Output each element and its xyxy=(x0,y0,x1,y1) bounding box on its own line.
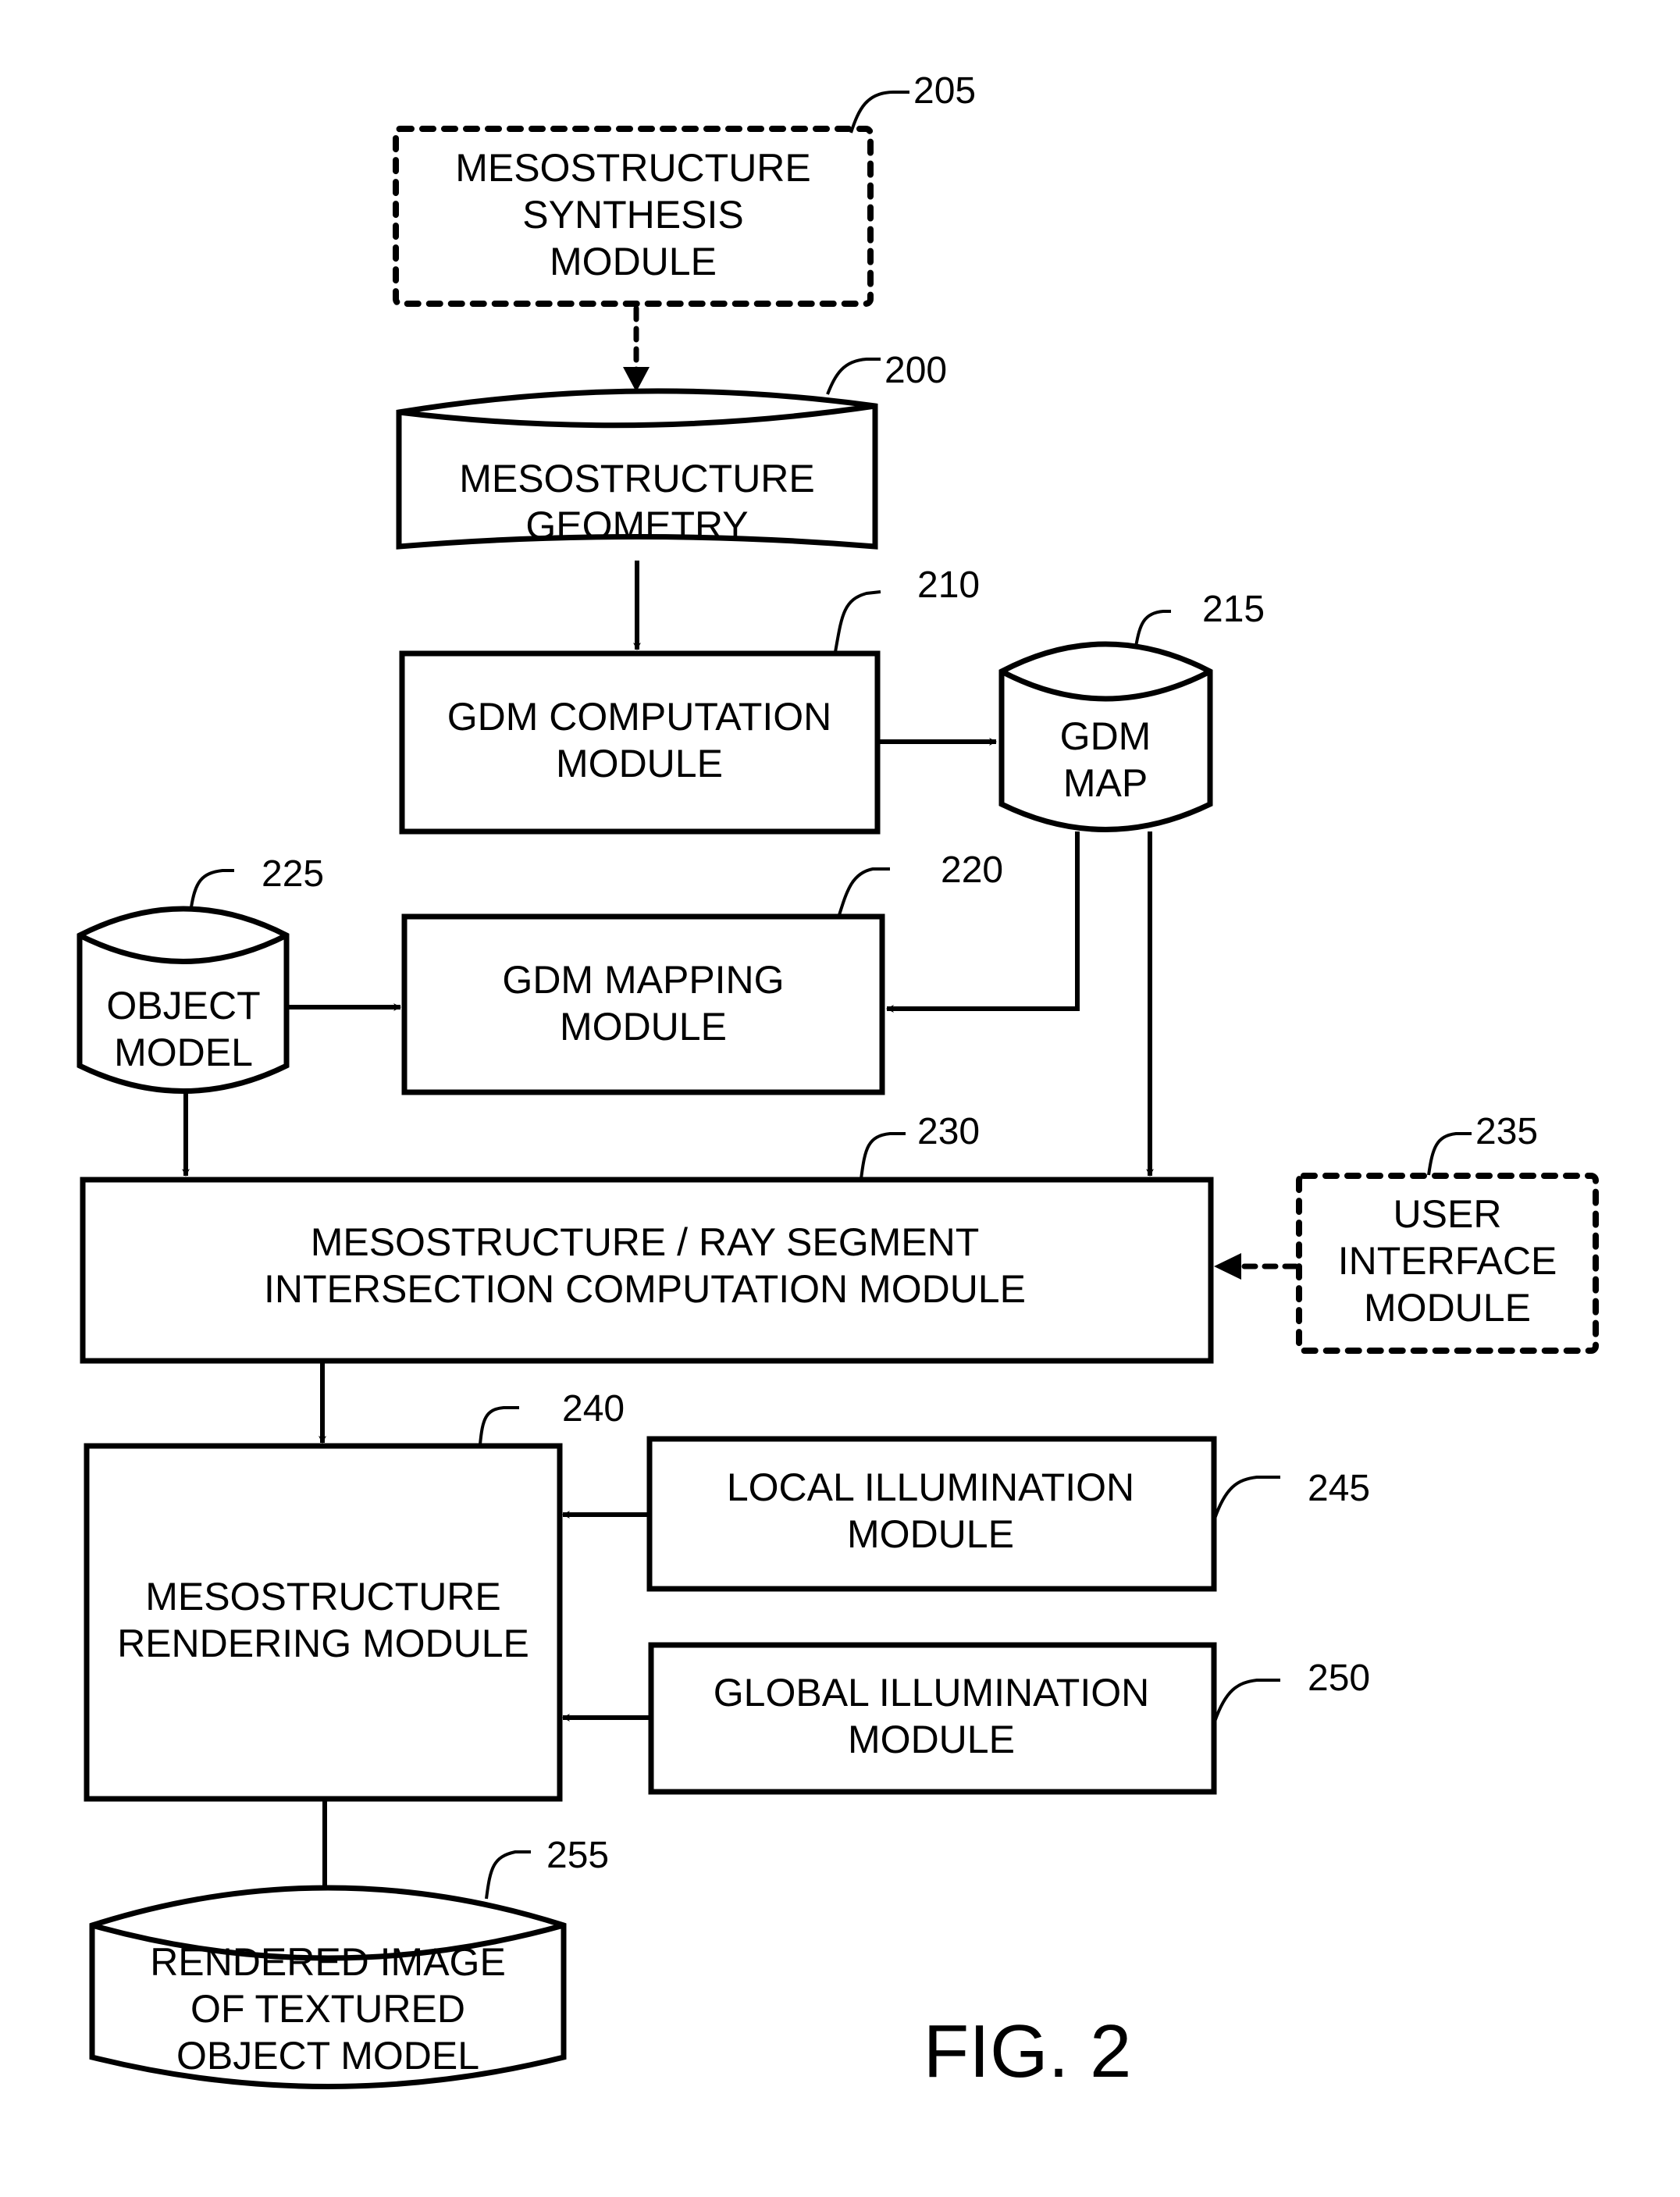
node-label-line: GDM MAPPING xyxy=(502,958,784,1002)
reference-numeral: 230 xyxy=(917,1111,980,1152)
node-label-line: MODULE xyxy=(556,742,723,785)
leader-line xyxy=(834,590,881,653)
reference-numeral: 245 xyxy=(1308,1468,1370,1509)
arrowhead xyxy=(623,367,650,392)
node-mesostructure-rendering-module: MESOSTRUCTURE RENDERING MODULE 240 xyxy=(84,1388,625,1802)
node-label-line: MODULE xyxy=(550,240,717,283)
node-local-illumination-module: LOCAL ILLUMINATION MODULE 245 xyxy=(646,1436,1370,1592)
node-label-line: MESOSTRUCTURE xyxy=(145,1575,501,1618)
node-label-line: MODULE xyxy=(848,1718,1015,1761)
node-label-line: MODEL xyxy=(114,1031,253,1074)
node-label-line: MESOSTRUCTURE / RAY SEGMENT xyxy=(311,1220,980,1264)
leader-line xyxy=(826,358,881,395)
leader-line xyxy=(1213,1476,1280,1519)
node-label-line: MESOSTRUCTURE xyxy=(455,146,811,190)
node-label-line: GDM xyxy=(1060,714,1151,758)
node-user-interface-module: USER INTERFACE MODULE 235 xyxy=(1296,1111,1599,1354)
reference-numeral: 200 xyxy=(884,350,947,391)
node-label-line: RENDERING MODULE xyxy=(117,1622,529,1665)
figure-title: FIG. 2 xyxy=(924,2010,1132,2093)
node-global-illumination-module: GLOBAL ILLUMINATION MODULE 250 xyxy=(648,1642,1370,1795)
reference-numeral: 225 xyxy=(262,853,324,895)
node-mesostructure-synthesis-module: MESOSTRUCTURE SYNTHESIS MODULE 205 xyxy=(393,70,976,307)
node-label-line: GLOBAL ILLUMINATION xyxy=(714,1671,1149,1715)
reference-numeral: 250 xyxy=(1308,1658,1370,1699)
node-label-line: GEOMETRY xyxy=(525,504,748,547)
node-label-line: LOCAL ILLUMINATION xyxy=(727,1465,1134,1509)
node-label-line: USER xyxy=(1393,1192,1502,1236)
leader-line xyxy=(1427,1132,1472,1176)
node-label-line: MODULE xyxy=(847,1512,1014,1556)
node-label-line: MODULE xyxy=(560,1005,727,1049)
node-label-line: INTERSECTION COMPUTATION MODULE xyxy=(264,1267,1026,1311)
node-label-line: GDM COMPUTATION xyxy=(447,695,832,739)
leader-line xyxy=(1213,1679,1280,1722)
reference-numeral: 235 xyxy=(1475,1111,1538,1152)
leader-line xyxy=(485,1850,531,1900)
node-gdm-mapping-module: GDM MAPPING MODULE 220 xyxy=(401,849,1003,1095)
leader-line xyxy=(479,1406,519,1445)
arrowhead xyxy=(1214,1253,1241,1280)
node-gdm-map: GDM MAP 215 xyxy=(998,589,1265,832)
node-label-line: OBJECT xyxy=(106,984,260,1027)
block-diagram: MESOSTRUCTURE SYNTHESIS MODULE 205 MESOS… xyxy=(77,70,1599,2093)
reference-numeral: 205 xyxy=(913,70,976,112)
node-label-line: MESOSTRUCTURE xyxy=(459,457,815,500)
reference-numeral: 255 xyxy=(546,1835,609,1876)
leader-line xyxy=(190,869,234,908)
node-label-line: RENDERED IMAGE xyxy=(150,1940,506,1984)
leader-line xyxy=(1134,610,1171,647)
node-label-line: MAP xyxy=(1063,761,1148,805)
node-label-line: MODULE xyxy=(1364,1286,1531,1330)
reference-numeral: 220 xyxy=(941,849,1003,891)
node-rendered-image-of-textured-object-model: RENDERED IMAGE OF TEXTURED OBJECT MODEL … xyxy=(89,1835,609,2089)
leader-line xyxy=(860,1132,906,1180)
node-mesostructure-ray-segment-intersection-module: MESOSTRUCTURE / RAY SEGMENT INTERSECTION… xyxy=(80,1111,1214,1364)
node-label-line: OBJECT MODEL xyxy=(176,2034,479,2078)
leader-line xyxy=(838,867,890,916)
node-gdm-computation-module: GDM COMPUTATION MODULE 210 xyxy=(399,564,980,835)
reference-numeral: 240 xyxy=(562,1388,625,1430)
node-label-line: INTERFACE xyxy=(1338,1239,1557,1283)
node-label-line: SYNTHESIS xyxy=(522,193,743,237)
reference-numeral: 210 xyxy=(917,564,980,606)
node-mesostructure-geometry: MESOSTRUCTURE GEOMETRY 200 xyxy=(396,350,947,550)
node-object-model: OBJECT MODEL 225 xyxy=(77,853,324,1094)
reference-numeral: 215 xyxy=(1202,589,1265,630)
node-label-line: OF TEXTURED xyxy=(190,1987,465,2031)
